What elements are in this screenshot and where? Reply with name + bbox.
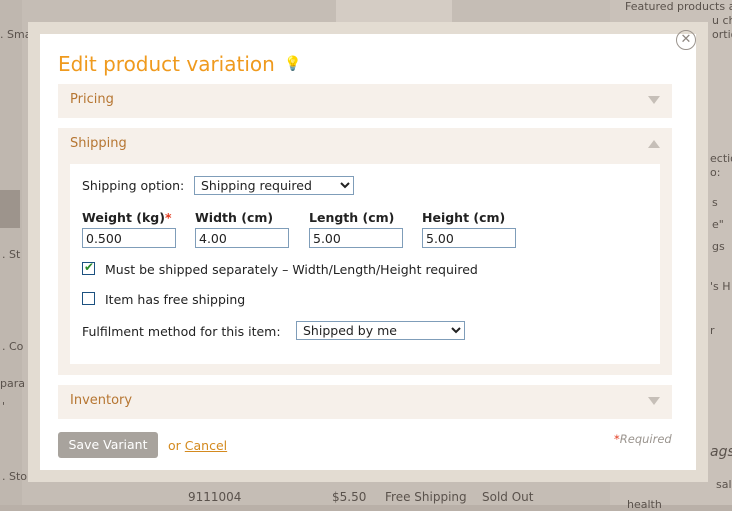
- bg-text: . Co: [2, 340, 24, 353]
- chevron-down-icon: [648, 96, 660, 104]
- bg-text: 's H: [710, 280, 731, 293]
- inventory-header[interactable]: Inventory: [58, 385, 672, 417]
- bg-row-sku: 9111004: [188, 490, 242, 504]
- bg-text: o:: [710, 166, 721, 179]
- bg-text: gs: [712, 240, 725, 253]
- save-variant-button[interactable]: Save Variant: [58, 432, 158, 458]
- bg-text: u ch: [712, 14, 732, 27]
- required-note: *Required: [614, 432, 672, 446]
- pricing-section[interactable]: Pricing: [58, 84, 672, 118]
- lightbulb-icon[interactable]: 💡: [284, 56, 301, 72]
- bg-row-status: Sold Out: [482, 490, 534, 504]
- ship-separately-label: Must be shipped separately – Width/Lengt…: [105, 262, 478, 277]
- bg-text: . St: [2, 248, 21, 261]
- or-text: or Cancel: [168, 438, 228, 453]
- shipping-title: Shipping: [70, 136, 127, 151]
- bg-text: ': [2, 400, 6, 413]
- weight-label: Weight (kg)*: [82, 210, 172, 225]
- shipping-option-label: Shipping option:: [82, 178, 185, 193]
- chevron-down-icon: [648, 397, 660, 405]
- bg-text: ectio: [710, 152, 732, 165]
- free-shipping-checkbox[interactable]: [82, 292, 95, 305]
- bg-row-price: $5.50: [332, 490, 367, 504]
- length-input[interactable]: [309, 228, 403, 248]
- shipping-option-select[interactable]: Shipping required: [194, 176, 354, 195]
- free-shipping-label: Item has free shipping: [105, 292, 246, 307]
- modal-title: Edit product variation: [58, 52, 275, 76]
- bg-text: s: [712, 196, 718, 209]
- chevron-up-icon: [648, 140, 660, 148]
- bg-text: para: [0, 377, 25, 390]
- close-icon[interactable]: ✕: [676, 30, 696, 50]
- bg-text: ags: [710, 444, 732, 460]
- bg-text: . Sma: [0, 28, 32, 41]
- bg-text: ortio: [712, 28, 732, 41]
- shipping-header[interactable]: Shipping: [58, 128, 672, 160]
- bg-text: Featured products a: [625, 0, 732, 13]
- ship-separately-checkbox[interactable]: ✔: [82, 260, 95, 275]
- bg-text: r: [710, 324, 715, 337]
- width-input[interactable]: [195, 228, 289, 248]
- height-label: Height (cm): [422, 210, 506, 225]
- inventory-section[interactable]: Inventory: [58, 385, 672, 419]
- pricing-title: Pricing: [70, 92, 114, 107]
- pricing-header[interactable]: Pricing: [58, 84, 672, 116]
- fulfilment-label: Fulfilment method for this item:: [82, 324, 281, 339]
- fulfilment-select[interactable]: Shipped by me: [296, 321, 465, 340]
- length-label: Length (cm): [309, 210, 395, 225]
- width-label: Width (cm): [195, 210, 274, 225]
- shipping-body: Shipping option: Shipping required Weigh…: [70, 164, 660, 364]
- product-thumbnail: [336, 0, 452, 22]
- bg-text: sal: [716, 478, 732, 491]
- weight-input[interactable]: [82, 228, 176, 248]
- inventory-title: Inventory: [70, 393, 133, 408]
- bg-text: e": [712, 218, 724, 231]
- bg-text: . Sto: [2, 470, 28, 483]
- bg-row-shipping: Free Shipping: [385, 490, 467, 504]
- height-input[interactable]: [422, 228, 516, 248]
- cancel-link[interactable]: Cancel: [185, 438, 227, 453]
- shipping-section: Shipping Shipping option: Shipping requi…: [58, 128, 672, 375]
- left-block: [0, 190, 20, 228]
- checkmark-icon: ✔: [84, 260, 95, 274]
- edit-variation-modal: ✕ Edit product variation 💡 Pricing Shipp…: [28, 22, 708, 482]
